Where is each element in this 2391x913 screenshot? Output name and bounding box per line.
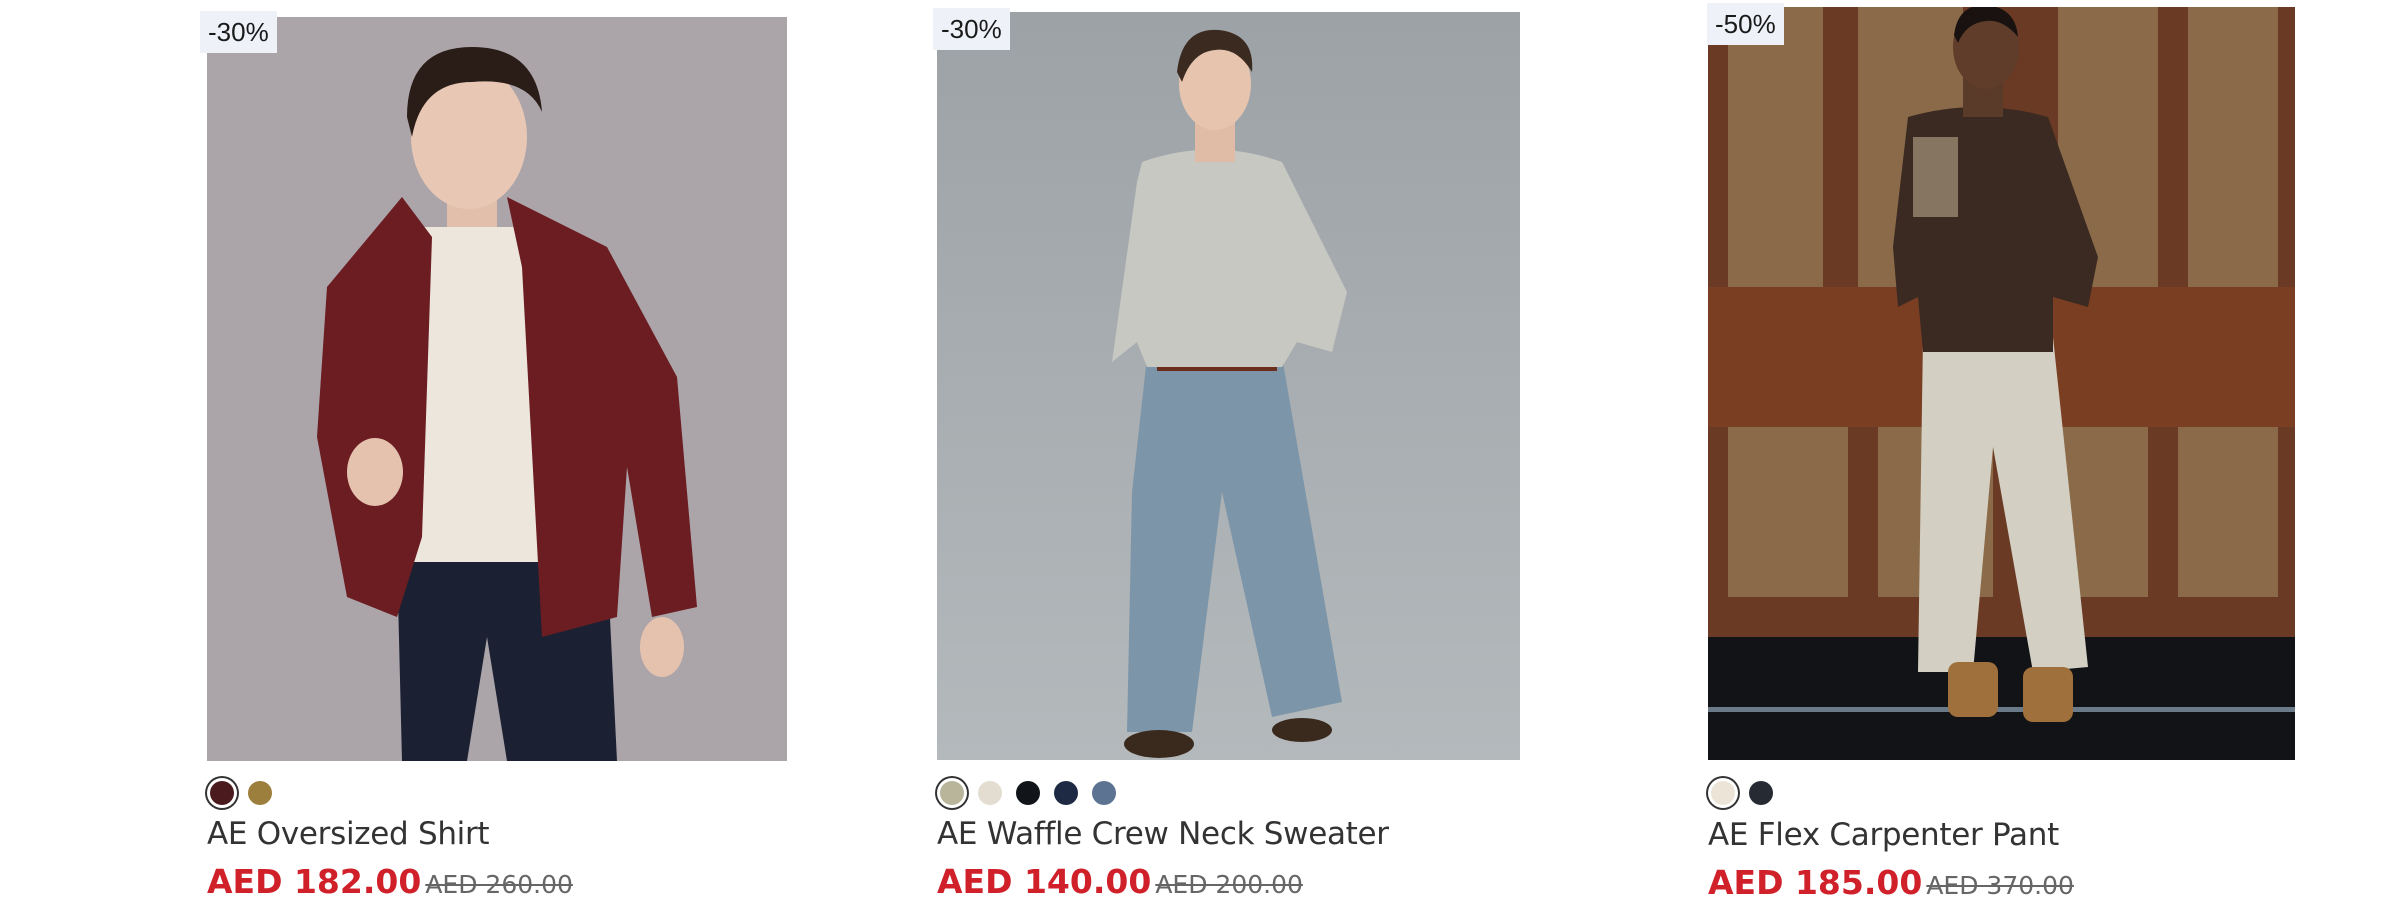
model-photo xyxy=(937,12,1520,760)
color-swatch[interactable] xyxy=(940,781,964,805)
product-card[interactable]: -30% AE Waffle Crew Neck Sweater AED 140… xyxy=(933,0,1520,913)
color-swatch[interactable] xyxy=(1711,781,1735,805)
price-row: AED 185.00 AED 370.00 xyxy=(1708,863,2074,902)
color-swatch[interactable] xyxy=(1092,781,1116,805)
color-swatch[interactable] xyxy=(210,781,234,805)
sale-price: AED 140.00 xyxy=(937,862,1152,901)
original-price: AED 370.00 xyxy=(1926,871,2074,900)
product-image[interactable] xyxy=(937,12,1520,760)
sale-price: AED 185.00 xyxy=(1708,863,1923,902)
discount-badge: -30% xyxy=(933,8,1010,50)
product-name[interactable]: AE Oversized Shirt xyxy=(207,816,490,852)
color-swatch[interactable] xyxy=(1054,781,1078,805)
product-name[interactable]: AE Flex Carpenter Pant xyxy=(1708,817,2059,853)
model-photo xyxy=(207,17,787,761)
discount-badge: -30% xyxy=(200,11,277,53)
price-row: AED 140.00 AED 200.00 xyxy=(937,862,1303,901)
product-image[interactable] xyxy=(207,17,787,761)
color-swatch[interactable] xyxy=(978,781,1002,805)
color-swatches xyxy=(940,781,1116,805)
product-name[interactable]: AE Waffle Crew Neck Sweater xyxy=(937,816,1389,852)
discount-badge: -50% xyxy=(1707,3,1784,45)
product-image[interactable] xyxy=(1708,7,2295,760)
price-row: AED 182.00 AED 260.00 xyxy=(207,862,573,901)
color-swatches xyxy=(1711,781,1773,805)
color-swatch[interactable] xyxy=(1749,781,1773,805)
product-card[interactable]: -30% AE Oversized Shirt AED 182.00 AED 26… xyxy=(200,0,787,913)
model-photo xyxy=(1708,7,2295,760)
color-swatches xyxy=(210,781,272,805)
sale-price: AED 182.00 xyxy=(207,862,422,901)
color-swatch[interactable] xyxy=(1016,781,1040,805)
original-price: AED 260.00 xyxy=(425,870,573,899)
color-swatch[interactable] xyxy=(248,781,272,805)
original-price: AED 200.00 xyxy=(1155,870,1303,899)
product-card[interactable]: -50% AE Flex Carpenter Pant AED 185.00 AE… xyxy=(1707,0,2295,913)
